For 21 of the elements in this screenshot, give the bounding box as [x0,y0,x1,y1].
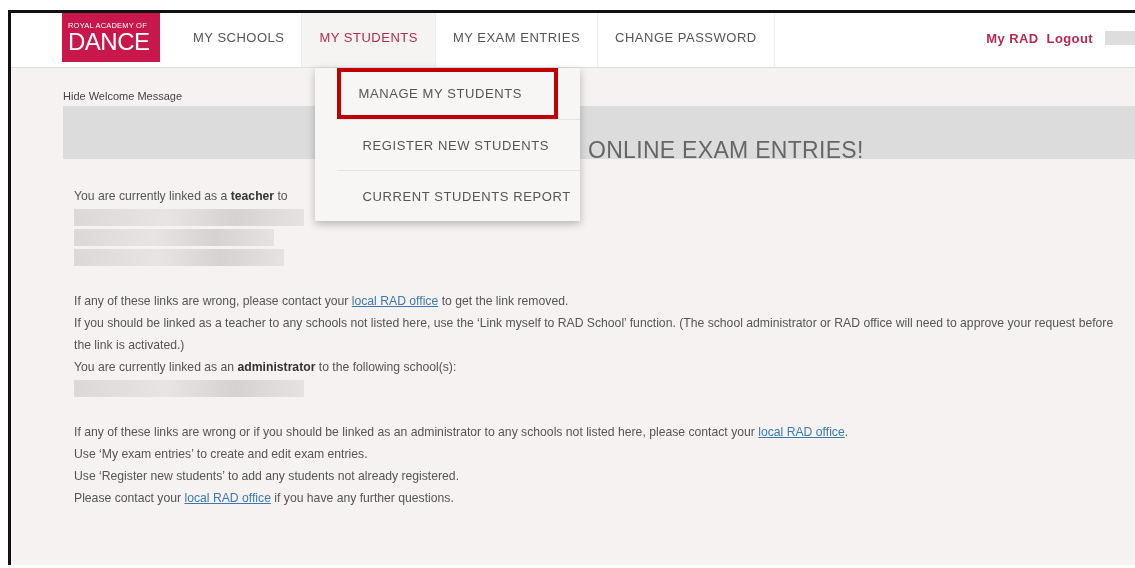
paragraph: Use ‘Register new students’ to add any students not already registered. [74,468,461,485]
paragraph: If any of these links are wrong or if you should be linked as an administrator to any schools not listed here, please contact your local RAD office. [74,424,850,441]
logo-title: DANCE [68,30,151,54]
paragraph: If any of these links are wrong, please contact your local RAD office to get the link removed. [74,293,570,310]
nav-tab[interactable]: MY EXAM ENTRIES [435,13,599,67]
office-link[interactable]: local RAD office [184,491,271,505]
paragraph: Use ‘My exam entries’ to create and edit exam entries. [74,446,369,463]
office-link[interactable]: local RAD office [758,425,845,439]
hide-welcome-link[interactable]: Hide Welcome Message [63,90,182,102]
user-link[interactable]: Logout [1046,30,1093,46]
office-link[interactable]: local RAD office [351,294,439,308]
paragraph: If you should be linked as a teacher to any schools not listed here, use the ‘Link myself to RAD School’ function. (The school administrator or RAD office will need to approve your request before the link is activated.) [74,315,1115,354]
paragraph: Please contact your local RAD office if you have any further questions. [74,490,455,507]
banner-title: ONLINE EXAM ENTRIES! [588,137,864,164]
paragraph: You are currently linked as an administrator to the following school(s): [74,359,458,376]
nav-tab[interactable]: MY STUDENTS [302,13,436,67]
menu-item[interactable]: CURRENT STUDENTS REPORT [337,170,581,221]
menu-item[interactable]: MANAGE MY STUDENTS [337,68,559,119]
nav-tab[interactable]: CHANGE PASSWORD [598,13,775,67]
paragraph: You are currently linked as a teacher to [74,188,288,205]
user-link[interactable]: My RAD [986,30,1039,46]
